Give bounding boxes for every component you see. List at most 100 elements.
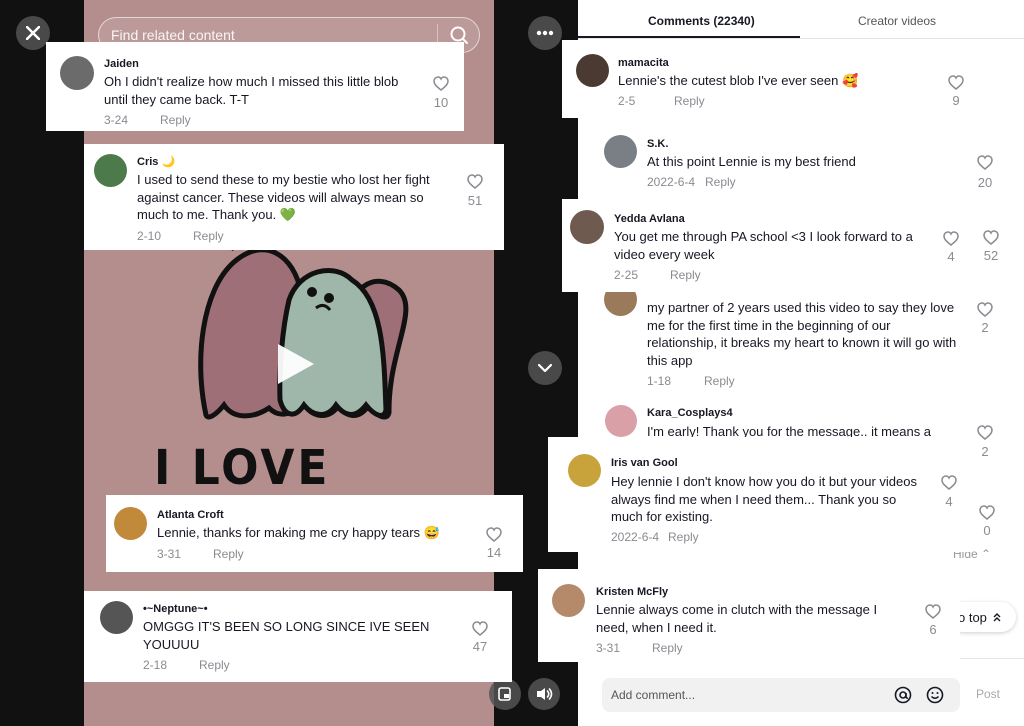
- comment-username[interactable]: Cris 🌙: [137, 155, 175, 168]
- reply-button[interactable]: Reply: [705, 175, 736, 189]
- comment-date: 2-10: [137, 229, 162, 243]
- play-icon[interactable]: [270, 340, 318, 388]
- avatar[interactable]: [568, 454, 601, 487]
- avatar[interactable]: [100, 601, 133, 634]
- comment-username[interactable]: S.K.: [647, 138, 668, 150]
- close-icon: [26, 26, 40, 40]
- comment-username[interactable]: Kara_Cosplays4: [647, 407, 733, 419]
- panel-tabs: Comments (22340) Creator videos: [578, 0, 1024, 39]
- comment-text: Lennie, thanks for making me cry happy t…: [157, 525, 440, 540]
- reply-button[interactable]: Reply: [213, 547, 244, 561]
- avatar[interactable]: [94, 154, 127, 187]
- comment-input-wrap: [602, 678, 960, 712]
- reply-button[interactable]: Reply: [652, 641, 683, 655]
- volume-button[interactable]: [528, 678, 560, 710]
- tab-creator-videos[interactable]: Creator videos: [858, 14, 936, 28]
- heart-icon[interactable]: [472, 621, 488, 637]
- comment-card: Yedda Avlana You get me through PA schoo…: [562, 199, 972, 292]
- comment-card: Atlanta Croft Lennie, thanks for making …: [106, 495, 523, 572]
- tab-comments[interactable]: Comments (22340): [648, 14, 755, 28]
- comment-date: 2022-6-4: [611, 530, 660, 544]
- comment-date: 1-18: [647, 374, 672, 388]
- heart-icon[interactable]: [467, 174, 483, 190]
- reply-button[interactable]: Reply: [199, 658, 230, 672]
- comment-card: Jaiden Oh I didn't realize how much I mi…: [46, 42, 464, 131]
- comment-username[interactable]: •~Neptune~•: [143, 603, 208, 615]
- avatar[interactable]: [552, 584, 585, 617]
- add-comment-input[interactable]: [611, 678, 881, 712]
- emoji-icon[interactable]: [926, 686, 944, 704]
- comment-date: 2-5: [618, 94, 636, 108]
- comment-text: I used to send these to my bestie who lo…: [137, 172, 430, 222]
- heart-icon[interactable]: [943, 231, 959, 247]
- comment-card: •~Neptune~• OMGGG IT'S BEEN SO LONG SINC…: [84, 591, 512, 682]
- chevron-up-icon: ⌃: [981, 547, 992, 561]
- avatar[interactable]: [60, 56, 94, 90]
- double-chevron-up-icon: [993, 613, 1001, 622]
- like-count: 14: [486, 545, 502, 560]
- comment-card: Kristen McFly Lennie always come in clut…: [538, 569, 960, 662]
- pip-icon: [498, 687, 511, 701]
- heart-icon[interactable]: [977, 302, 993, 318]
- heart-icon[interactable]: [948, 75, 964, 91]
- heart-icon[interactable]: [433, 76, 449, 92]
- comment-text: my partner of 2 years used this video to…: [647, 300, 957, 368]
- chevron-down-icon: [537, 363, 553, 373]
- comment-username[interactable]: Kristen McFly: [596, 586, 668, 598]
- comment-text: At this point Lennie is my best friend: [647, 154, 856, 169]
- avatar[interactable]: [570, 210, 604, 244]
- picture-in-picture-button[interactable]: [489, 678, 521, 710]
- comment-text: Hey lennie I don't know how you do it bu…: [611, 474, 917, 524]
- like-count: 6: [929, 622, 937, 637]
- like-count: 2: [981, 320, 989, 335]
- avatar[interactable]: [604, 135, 637, 168]
- comment-username[interactable]: Iris van Gool: [611, 457, 678, 469]
- comment-composer: Post: [578, 658, 1024, 726]
- more-icon: [536, 30, 554, 36]
- avatar[interactable]: [576, 54, 609, 87]
- comment-card: Iris van Gool Hey lennie I don't know ho…: [548, 437, 972, 552]
- comment-text: Lennie always come in clutch with the me…: [596, 602, 878, 635]
- heart-icon[interactable]: [977, 425, 993, 441]
- comment-username[interactable]: Yedda Avlana: [614, 213, 685, 225]
- volume-icon: [537, 688, 553, 700]
- reply-button[interactable]: Reply: [668, 530, 699, 544]
- comment-text: Oh I didn't realize how much I missed th…: [104, 74, 399, 107]
- reply-button[interactable]: Reply: [193, 229, 224, 243]
- comment-username[interactable]: Atlanta Croft: [157, 509, 224, 521]
- reply-button[interactable]: Reply: [670, 268, 701, 282]
- like-count: 4: [945, 494, 953, 509]
- heart-icon[interactable]: [925, 604, 941, 620]
- comment-date: 2-18: [143, 658, 168, 672]
- avatar[interactable]: [114, 507, 147, 540]
- comment-username[interactable]: mamacita: [618, 57, 669, 69]
- back-to-top-label: o top: [958, 609, 987, 625]
- heart-icon[interactable]: [983, 230, 999, 246]
- like-count: 52: [983, 248, 999, 263]
- post-button[interactable]: Post: [976, 687, 1000, 701]
- like-count: 0: [983, 523, 991, 538]
- heart-icon[interactable]: [979, 505, 995, 521]
- comment-date: 3-31: [157, 547, 182, 561]
- like-count: 4: [947, 249, 955, 264]
- comment-text: OMGGG IT'S BEEN SO LONG SINCE IVE SEEN Y…: [143, 619, 430, 652]
- heart-icon[interactable]: [977, 155, 993, 171]
- active-tab-indicator: [578, 36, 800, 38]
- comment-card: mamacita Lennie's the cutest blob I've e…: [562, 40, 978, 118]
- like-count: 9: [952, 93, 960, 108]
- heart-icon[interactable]: [486, 527, 502, 543]
- avatar[interactable]: [605, 405, 637, 437]
- reply-button[interactable]: Reply: [674, 94, 705, 108]
- comment-username[interactable]: Jaiden: [104, 58, 139, 70]
- mention-icon[interactable]: [894, 686, 912, 704]
- comment-text: You get me through PA school <3 I look f…: [614, 229, 913, 262]
- next-video-button[interactable]: [528, 351, 562, 385]
- reply-button[interactable]: Reply: [160, 113, 191, 127]
- comment-date: 2022-6-4: [647, 175, 696, 189]
- heart-icon[interactable]: [941, 475, 957, 491]
- reply-button[interactable]: Reply: [704, 374, 735, 388]
- more-options-button[interactable]: [528, 16, 562, 50]
- like-count: 47: [472, 639, 488, 654]
- close-button[interactable]: [16, 16, 50, 50]
- like-count: 2: [981, 444, 989, 459]
